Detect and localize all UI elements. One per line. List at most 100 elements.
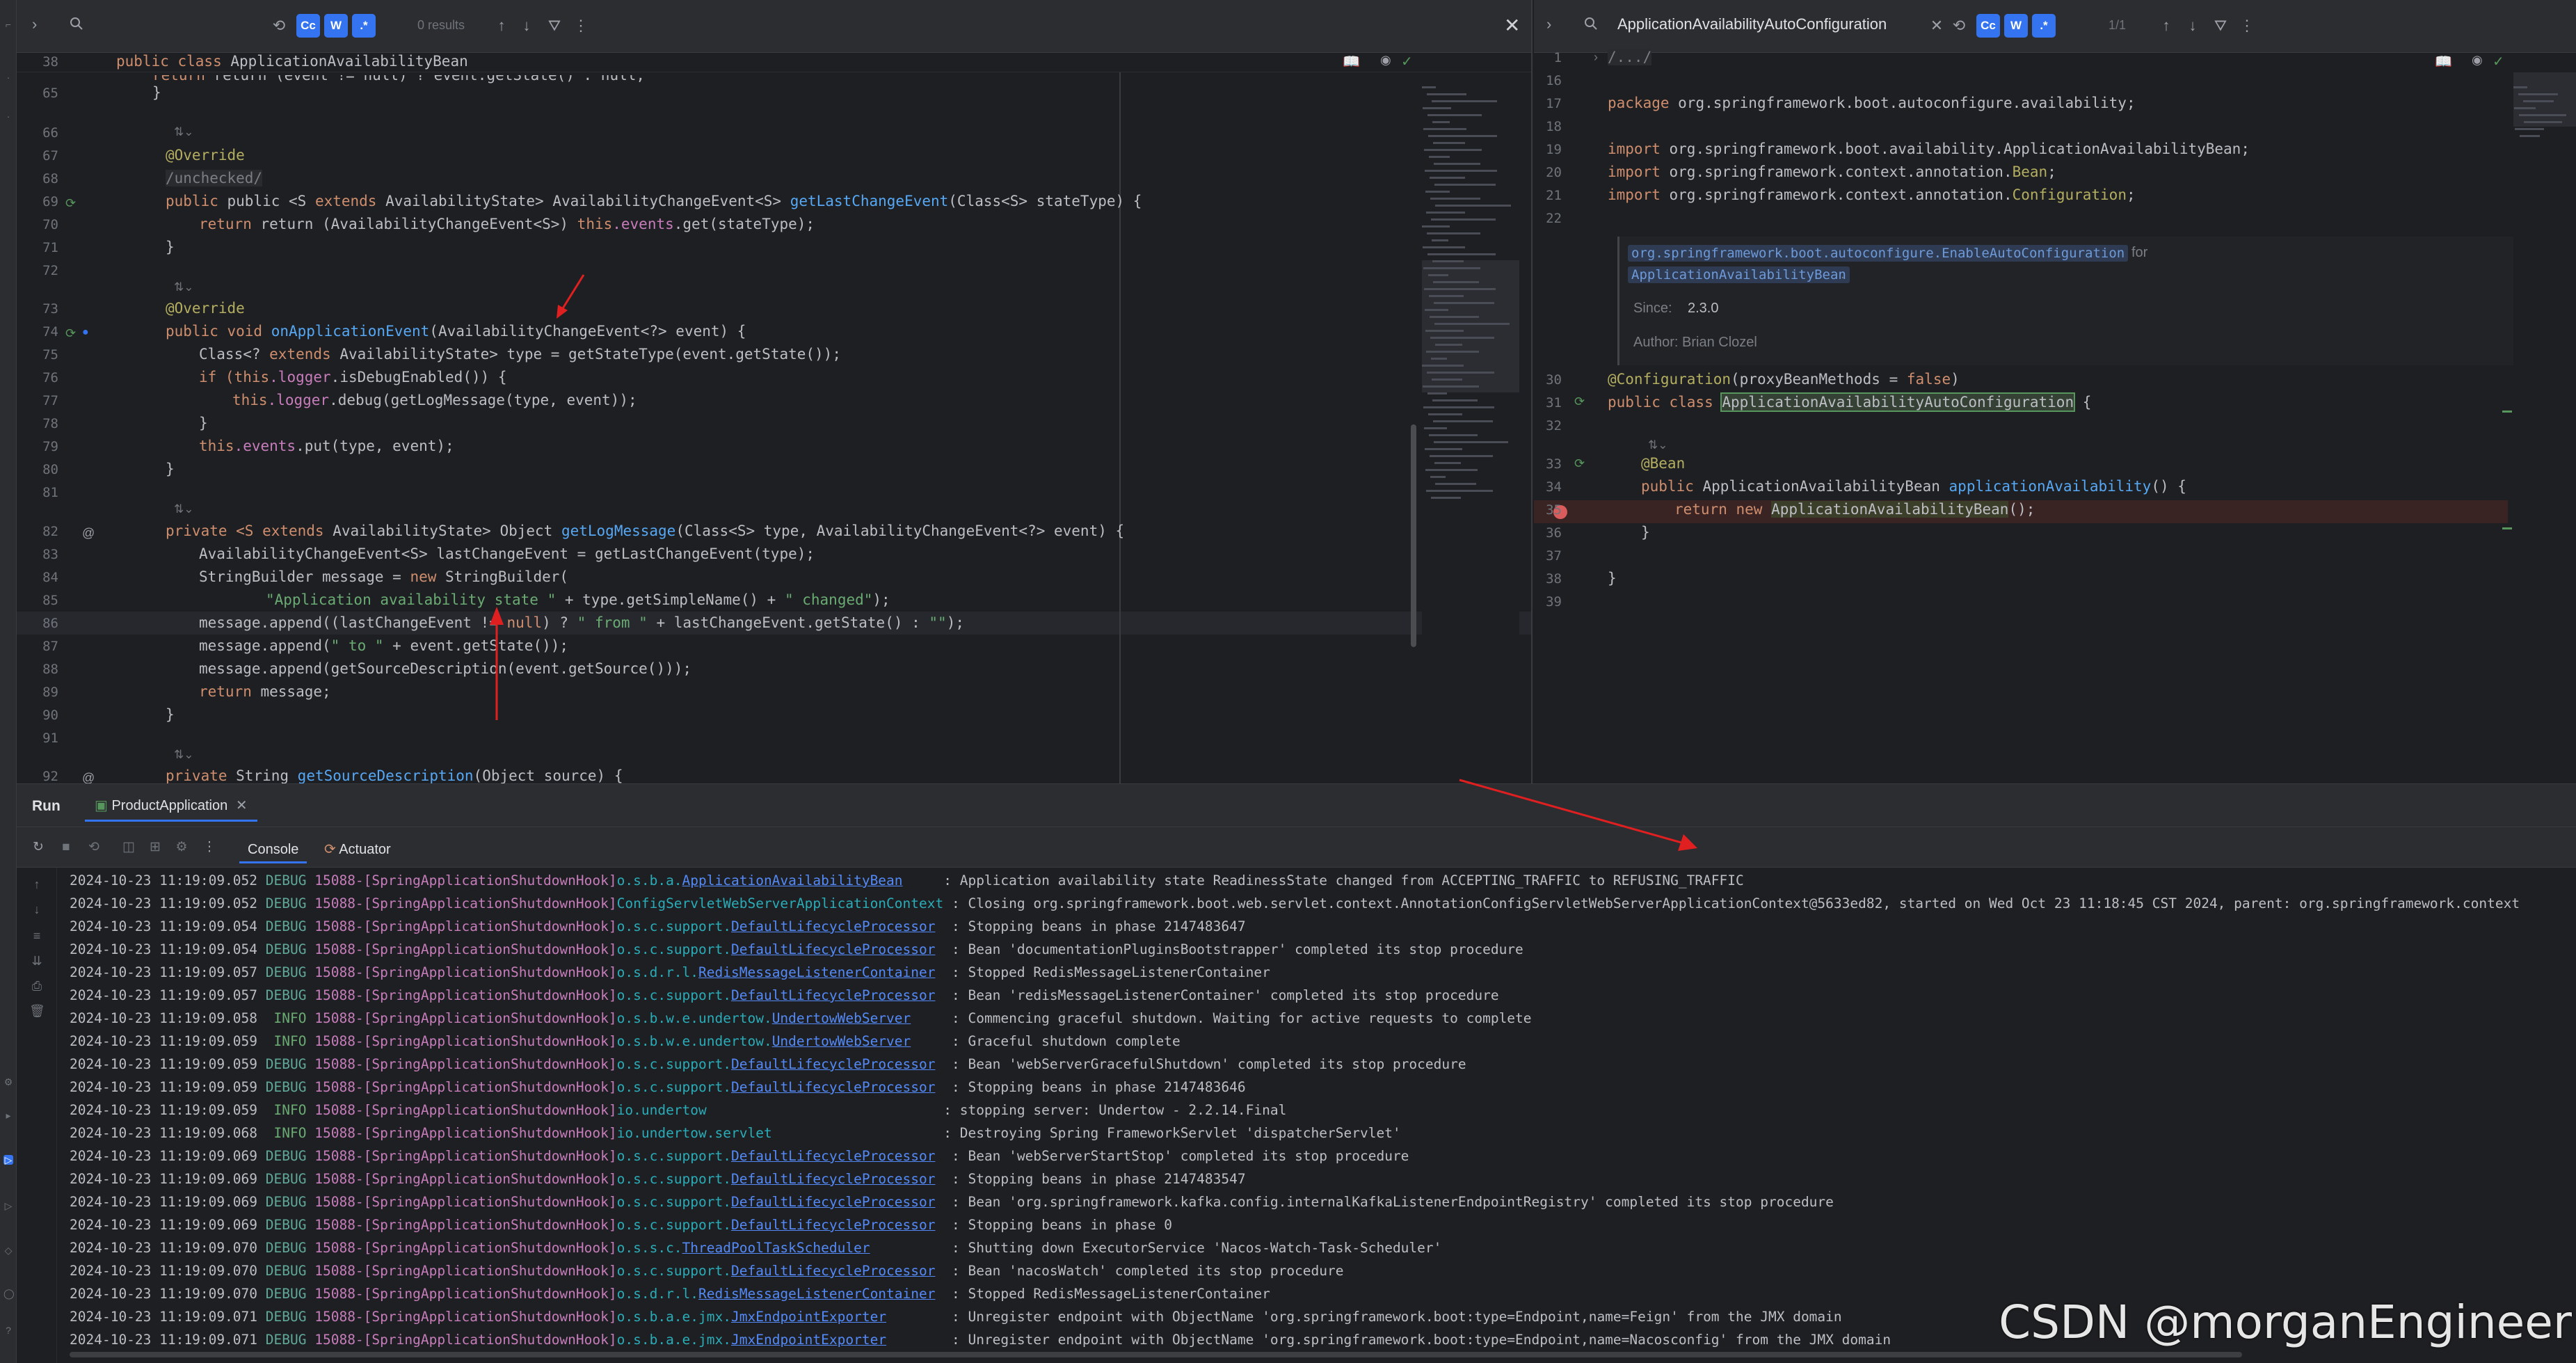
log-logger-link[interactable]: ApplicationAvailabilityBean (682, 872, 903, 888)
import-line-20[interactable]: import org.springframework.context.annot… (1608, 164, 2056, 180)
log-logger-link[interactable]: JmxEndpointExporter (731, 1332, 886, 1348)
code-line-79[interactable]: this.events.put(type, event); (199, 438, 454, 454)
code-line-83[interactable]: AvailabilityChangeEvent<S> lastChangeEve… (199, 545, 815, 562)
reference-gutter-icon[interactable]: ● (82, 326, 89, 339)
right-search-input[interactable]: ApplicationAvailabilityAutoConfiguration (1617, 15, 1887, 33)
chevron-right-icon[interactable]: › (1546, 15, 1551, 33)
code-line-77[interactable]: this.logger.debug(getLogMessage(type, ev… (232, 392, 637, 408)
run-tool-icon[interactable]: ▸ (3, 1110, 13, 1120)
return-line[interactable]: return new ApplicationAvailabilityBean()… (1674, 501, 2035, 518)
log-logger-link[interactable]: DefaultLifecycleProcessor (731, 1148, 936, 1164)
fold-hint-icon[interactable]: ⇅⌄ (1648, 438, 1668, 452)
match-case-button[interactable]: Cc (296, 14, 320, 38)
code-line-85[interactable]: "Application availability state " + type… (266, 591, 890, 608)
log-logger-link[interactable]: DefaultLifecycleProcessor (731, 1217, 936, 1233)
console-horizontal-scrollbar[interactable] (70, 1352, 2242, 1357)
folded-header-comment[interactable]: /.../ (1608, 49, 1652, 65)
more-icon[interactable]: ⋮ (2235, 14, 2259, 38)
scroll-end-icon[interactable]: ⇊ (29, 954, 45, 969)
code-line-70[interactable]: return return (AvailabilityChangeEvent<S… (199, 216, 815, 232)
log-logger-link[interactable]: ThreadPoolTaskScheduler (682, 1240, 870, 1256)
fold-hint-icon[interactable]: ⇅⌄ (174, 125, 194, 139)
console-output[interactable]: 2024-10-23 11:19:09.052 DEBUG 15088-[Spr… (70, 869, 2576, 1349)
code-line-89[interactable]: return message; (199, 683, 331, 700)
filter-icon[interactable]: ⛛ (543, 14, 566, 38)
at-gutter-icon[interactable]: @ (82, 526, 95, 541)
code-line-68[interactable]: /unchecked/ (166, 170, 263, 186)
configuration-annotation-line[interactable]: @Configuration(proxyBeanMethods = false) (1608, 371, 1960, 388)
method-declaration-line[interactable]: public ApplicationAvailabilityBean appli… (1641, 478, 2186, 495)
inspection-eye-icon[interactable]: ◉ (2472, 53, 2483, 67)
structure-icon[interactable]: · (3, 72, 13, 82)
code-line-84[interactable]: StringBuilder message = new StringBuilde… (199, 568, 568, 585)
spring-bean-gutter-icon-2[interactable]: ⟳ (1574, 456, 1585, 471)
chevron-right-icon[interactable]: › (32, 15, 37, 33)
spring-bean-gutter-icon[interactable]: ⟳ (1574, 394, 1585, 409)
left-scrollbar[interactable] (1411, 424, 1416, 647)
inspection-eye-icon[interactable]: ◉ (1380, 53, 1391, 67)
import-line-19[interactable]: import org.springframework.boot.availabi… (1608, 141, 2250, 157)
reader-mode-icon[interactable]: 📖 (2435, 53, 2452, 70)
code-line-67[interactable]: @Override (166, 147, 245, 164)
sticky-header[interactable]: 38 public class ApplicationAvailabilityB… (17, 53, 1531, 72)
more-icon[interactable]: ⋮ (202, 840, 217, 855)
fold-hint-icon-3[interactable]: ⇅⌄ (174, 502, 194, 516)
new-line-icon[interactable]: ⟲ (1947, 14, 1971, 38)
code-line-74[interactable]: public void onApplicationEvent(Availabil… (166, 323, 746, 340)
prev-occurrence-icon[interactable]: ↑ (2154, 14, 2178, 38)
run-config-tab[interactable]: ▣ ProductApplication ✕ (85, 790, 257, 822)
regex-button[interactable]: .* (2032, 14, 2056, 38)
stop-icon[interactable]: ■ (58, 840, 74, 855)
minimap-viewport[interactable] (2513, 72, 2576, 127)
log-logger-link[interactable]: RedisMessageListenerContainer (698, 1286, 935, 1302)
code-line-86[interactable]: message.append((lastChangeEvent != null)… (199, 614, 964, 631)
code-line-71[interactable]: } (166, 239, 175, 255)
code-line-73[interactable]: @Override (166, 300, 245, 317)
log-logger-link[interactable]: DefaultLifecycleProcessor (731, 1263, 936, 1279)
clear-search-icon[interactable]: ✕ (1925, 14, 1949, 38)
class-declaration-line[interactable]: public class ApplicationAvailabilityAuto… (1608, 392, 2091, 412)
log-logger-link[interactable]: DefaultLifecycleProcessor (731, 1056, 936, 1072)
project-icon[interactable]: ⌐ (3, 19, 13, 29)
right-minimap[interactable] (2513, 72, 2576, 783)
services-icon[interactable]: ⚙ (3, 1077, 13, 1087)
import-line-21[interactable]: import org.springframework.context.annot… (1608, 186, 2136, 203)
trash-icon[interactable]: 🗑 (29, 1004, 45, 1019)
notifications-icon[interactable]: ? (3, 1325, 13, 1335)
close-icon[interactable]: ✕ (1504, 14, 1520, 37)
log-logger-link[interactable]: DefaultLifecycleProcessor (731, 1194, 936, 1210)
code-line-69[interactable]: public public <S extends AvailabilitySta… (166, 193, 1142, 209)
left-editor[interactable]: › ⟲ Cc W .* 0 results ↑ ↓ ⛛ ⋮ ✕ 38 publi… (17, 0, 1533, 783)
rerun-icon[interactable]: ↻ (31, 840, 46, 855)
new-line-icon[interactable]: ⟲ (267, 14, 291, 38)
doc-link-availability-bean[interactable]: ApplicationAvailabilityBean (1628, 266, 1850, 283)
search-match-highlight[interactable]: ApplicationAvailabilityAutoConfiguration (1720, 392, 2076, 412)
reader-mode-icon[interactable]: 📖 (1343, 53, 1360, 70)
class-close-line[interactable]: } (1608, 570, 1617, 587)
filter-icon[interactable]: ⛛ (2209, 14, 2232, 38)
log-logger-link[interactable]: JmxEndpointExporter (731, 1309, 886, 1325)
log-logger-link[interactable]: UndertowWebServer (772, 1010, 911, 1026)
log-logger-link[interactable]: UndertowWebServer (772, 1033, 911, 1049)
code-line-78[interactable]: } (199, 415, 208, 431)
log-logger-link[interactable]: DefaultLifecycleProcessor (731, 1079, 936, 1095)
code-line-82[interactable]: private <S extends AvailabilityState> Ob… (166, 523, 1124, 539)
prev-occurrence-icon[interactable]: ↑ (490, 14, 513, 38)
implements-gutter-icon[interactable]: ⟳ (65, 326, 76, 341)
layout-icon[interactable]: ⊞ (147, 840, 163, 855)
fold-hint-icon-4[interactable]: ⇅⌄ (174, 748, 194, 762)
code-line-90[interactable]: } (166, 706, 175, 723)
problems-icon[interactable]: ◇ (3, 1245, 13, 1255)
terminal-icon[interactable]: ▷ (3, 1201, 13, 1211)
next-occurrence-icon[interactable]: ↓ (515, 14, 538, 38)
tab-console[interactable]: Console (239, 836, 307, 863)
screenshot-icon[interactable]: ◫ (121, 840, 136, 855)
close-tab-icon[interactable]: ✕ (236, 798, 248, 813)
tab-actuator[interactable]: ⟳ Actuator (316, 836, 399, 863)
words-button[interactable]: W (2004, 14, 2028, 38)
code-line-87[interactable]: message.append(" to " + event.getState()… (199, 637, 568, 654)
code-line-92[interactable]: private String getSourceDescription(Obje… (166, 767, 623, 783)
log-logger-link[interactable]: DefaultLifecycleProcessor (731, 987, 936, 1003)
log-logger-link[interactable]: DefaultLifecycleProcessor (731, 941, 936, 957)
settings-icon[interactable]: ⚙ (174, 840, 189, 855)
